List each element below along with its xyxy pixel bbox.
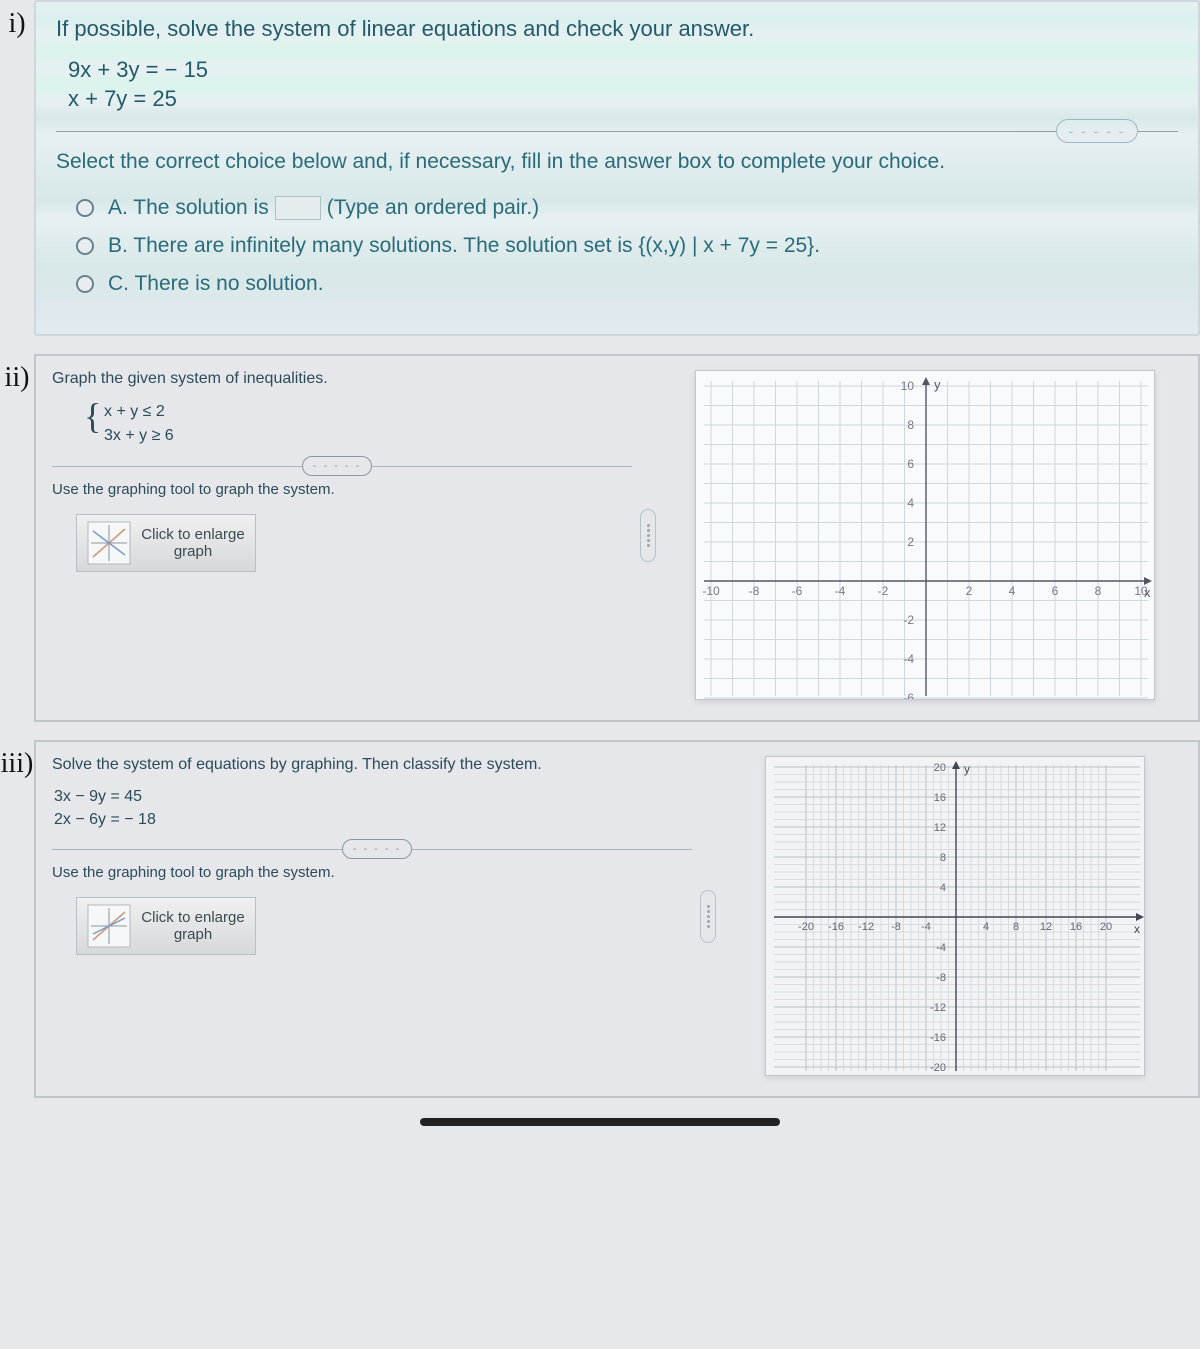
resize-handle[interactable]: [700, 890, 716, 943]
svg-text:8: 8: [1095, 584, 1102, 598]
svg-text:8: 8: [1013, 921, 1019, 933]
y-axis-label: y: [934, 377, 941, 392]
q3-eq2: 2x − 6y = − 18: [54, 809, 692, 831]
resize-handle[interactable]: [640, 509, 656, 562]
svg-text:-8: -8: [936, 972, 946, 984]
q1-eq1: 9x + 3y = − 15: [68, 56, 1178, 85]
question-3: iii) Solve the system of equations by gr…: [0, 740, 1200, 1098]
q3-divider: - - - - -: [52, 849, 692, 850]
q2-prompt: Graph the given system of inequalities.: [52, 370, 632, 388]
choice-a-hint: (Type an ordered pair.): [327, 196, 539, 220]
q2-left: Graph the given system of inequalities. …: [52, 370, 632, 700]
svg-text:12: 12: [1040, 921, 1052, 933]
svg-text:-4: -4: [936, 942, 946, 954]
graph-thumbnail-icon: [87, 904, 131, 948]
question-3-panel: Solve the system of equations by graphin…: [34, 740, 1200, 1098]
q3-graph[interactable]: y x -20 -16 -12 -8 -4 4 8 12 16 20 -20 -16 -12 -8 -4 4 8…: [765, 756, 1145, 1076]
enlarge-text: Click to enlarge graph: [141, 909, 245, 944]
question-1-panel: If possible, solve the system of linear …: [34, 0, 1200, 336]
svg-text:4: 4: [940, 882, 946, 894]
svg-text:20: 20: [934, 762, 946, 774]
q3-eq1: 3x − 9y = 45: [54, 786, 692, 808]
choice-a-pre: A. The solution is: [108, 196, 269, 220]
q3-tool-instr: Use the graphing tool to graph the syste…: [52, 864, 692, 881]
graph-thumbnail-icon: [87, 521, 131, 565]
question-2-panel: Graph the given system of inequalities. …: [34, 354, 1200, 722]
x-axis-label: x: [1134, 922, 1140, 936]
q2-system: { x + y ≤ 2 3x + y ≥ 6: [86, 400, 632, 448]
choice-c-text: C. There is no solution.: [108, 272, 324, 296]
q3-graph-col: y x -20 -16 -12 -8 -4 4 8 12 16 20 -20 -16 -12 -8 -4 4 8…: [724, 756, 1186, 1076]
question-1: i) If possible, solve the system of line…: [0, 0, 1200, 336]
svg-text:-2: -2: [903, 613, 914, 627]
svg-text:16: 16: [1070, 921, 1082, 933]
answer-input[interactable]: [275, 196, 321, 220]
q2-tool-instr: Use the graphing tool to graph the syste…: [52, 481, 632, 498]
q1-eq2: x + 7y = 25: [68, 85, 1178, 114]
svg-text:6: 6: [907, 457, 914, 471]
svg-text:-8: -8: [891, 921, 901, 933]
radio-a[interactable]: [76, 199, 94, 217]
brace-icon: {: [84, 398, 101, 434]
svg-text:-2: -2: [878, 584, 889, 598]
q2-graph[interactable]: y x -10-8-6-4-2246810-6-4-2246810: [695, 370, 1155, 700]
svg-text:-4: -4: [903, 652, 914, 666]
svg-text:-6: -6: [903, 691, 914, 700]
svg-text:-4: -4: [835, 584, 846, 598]
radio-c[interactable]: [76, 275, 94, 293]
choice-a[interactable]: A. The solution is (Type an ordered pair…: [76, 196, 1178, 220]
q1-instruction: Select the correct choice below and, if …: [56, 150, 1178, 174]
svg-text:-4: -4: [921, 921, 931, 933]
svg-text:-12: -12: [930, 1002, 946, 1014]
svg-text:4: 4: [907, 496, 914, 510]
choice-b[interactable]: B. There are infinitely many solutions. …: [76, 234, 1178, 258]
svg-text:10: 10: [1134, 584, 1148, 598]
bottom-handle-bar: [420, 1118, 780, 1126]
radio-b[interactable]: [76, 237, 94, 255]
q2-divider: - - - - -: [52, 466, 632, 467]
svg-text:-8: -8: [749, 584, 760, 598]
svg-text:-20: -20: [798, 921, 814, 933]
question-3-label: iii): [0, 740, 34, 780]
svg-text:4: 4: [1009, 584, 1016, 598]
svg-text:4: 4: [983, 921, 989, 933]
svg-text:2: 2: [907, 535, 914, 549]
svg-text:6: 6: [1052, 584, 1059, 598]
svg-text:-16: -16: [828, 921, 844, 933]
svg-text:-10: -10: [702, 584, 720, 598]
svg-text:8: 8: [907, 418, 914, 432]
svg-text:-12: -12: [858, 921, 874, 933]
svg-text:-16: -16: [930, 1032, 946, 1044]
q1-choices: A. The solution is (Type an ordered pair…: [76, 196, 1178, 296]
q2-ineq2: 3x + y ≥ 6: [104, 424, 632, 448]
svg-text:8: 8: [940, 852, 946, 864]
svg-text:-6: -6: [792, 584, 803, 598]
q3-prompt: Solve the system of equations by graphin…: [52, 756, 692, 774]
enlarge-graph-button[interactable]: Click to enlarge graph: [76, 514, 256, 572]
q1-prompt: If possible, solve the system of linear …: [56, 16, 1178, 42]
svg-text:12: 12: [934, 822, 946, 834]
svg-text:-20: -20: [930, 1062, 946, 1074]
q3-system: 3x − 9y = 45 2x − 6y = − 18: [54, 786, 692, 831]
y-axis-label: y: [964, 762, 970, 776]
question-2-label: ii): [0, 354, 34, 394]
q3-left: Solve the system of equations by graphin…: [52, 756, 692, 1076]
q1-equations: 9x + 3y = − 15 x + 7y = 25: [68, 56, 1178, 113]
svg-text:10: 10: [901, 379, 915, 393]
expand-pill[interactable]: - - - - -: [1056, 119, 1138, 143]
enlarge-text: Click to enlarge graph: [141, 526, 245, 561]
q2-graph-col: y x -10-8-6-4-2246810-6-4-2246810: [664, 370, 1186, 700]
expand-pill[interactable]: - - - - -: [342, 839, 412, 859]
question-1-label: i): [0, 0, 34, 40]
svg-text:16: 16: [934, 792, 946, 804]
q2-ineq1: x + y ≤ 2: [104, 400, 632, 424]
svg-text:2: 2: [966, 584, 973, 598]
svg-text:20: 20: [1100, 921, 1112, 933]
expand-pill[interactable]: - - - - -: [302, 456, 372, 476]
enlarge-graph-button[interactable]: Click to enlarge graph: [76, 897, 256, 955]
choice-c[interactable]: C. There is no solution.: [76, 272, 1178, 296]
q1-divider: - - - - -: [56, 131, 1178, 132]
choice-b-text: B. There are infinitely many solutions. …: [108, 234, 820, 258]
question-2: ii) Graph the given system of inequaliti…: [0, 354, 1200, 722]
